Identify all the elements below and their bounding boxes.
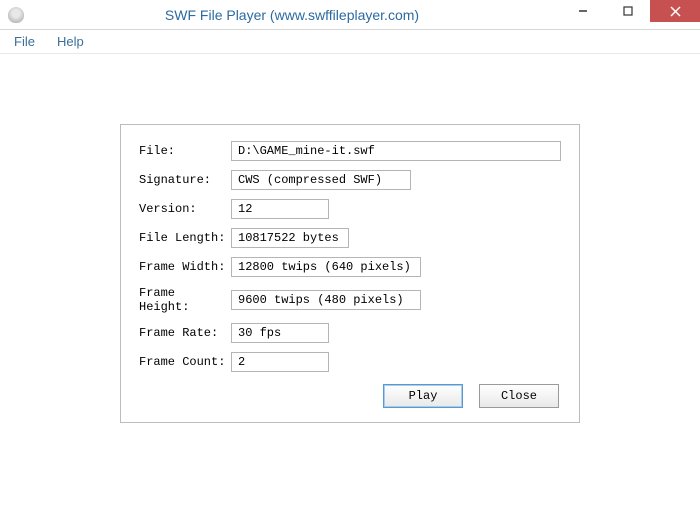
label-version: Version: (139, 202, 231, 216)
field-frame-rate[interactable]: 30 fps (231, 323, 329, 343)
info-panel: File: D:\GAME_mine-it.swf Signature: CWS… (120, 124, 580, 423)
row-signature: Signature: CWS (compressed SWF) (139, 170, 561, 190)
row-frame-count: Frame Count: 2 (139, 352, 561, 372)
minimize-button[interactable] (560, 0, 605, 22)
field-file-length[interactable]: 10817522 bytes (231, 228, 349, 248)
row-frame-width: Frame Width: 12800 twips (640 pixels) (139, 257, 561, 277)
field-frame-height[interactable]: 9600 twips (480 pixels) (231, 290, 421, 310)
label-file: File: (139, 144, 231, 158)
titlebar: SWF File Player (www.swffileplayer.com) (0, 0, 700, 30)
label-frame-height: Frame Height: (139, 286, 231, 314)
menubar: File Help (0, 30, 700, 54)
row-frame-rate: Frame Rate: 30 fps (139, 323, 561, 343)
app-icon (8, 7, 24, 23)
maximize-button[interactable] (605, 0, 650, 22)
row-version: Version: 12 (139, 199, 561, 219)
field-version[interactable]: 12 (231, 199, 329, 219)
client-area: File: D:\GAME_mine-it.swf Signature: CWS… (0, 54, 700, 423)
label-signature: Signature: (139, 173, 231, 187)
row-file: File: D:\GAME_mine-it.swf (139, 141, 561, 161)
menu-help[interactable]: Help (49, 32, 92, 51)
window-title: SWF File Player (www.swffileplayer.com) (24, 7, 560, 23)
button-row: Play Close (139, 384, 561, 408)
label-frame-rate: Frame Rate: (139, 326, 231, 340)
field-file[interactable]: D:\GAME_mine-it.swf (231, 141, 561, 161)
field-frame-width[interactable]: 12800 twips (640 pixels) (231, 257, 421, 277)
label-file-length: File Length: (139, 231, 231, 245)
field-frame-count[interactable]: 2 (231, 352, 329, 372)
field-signature[interactable]: CWS (compressed SWF) (231, 170, 411, 190)
row-frame-height: Frame Height: 9600 twips (480 pixels) (139, 286, 561, 314)
close-button[interactable]: Close (479, 384, 559, 408)
close-window-button[interactable] (650, 0, 700, 22)
label-frame-width: Frame Width: (139, 260, 231, 274)
menu-file[interactable]: File (6, 32, 43, 51)
window-controls (560, 0, 700, 29)
label-frame-count: Frame Count: (139, 355, 231, 369)
row-file-length: File Length: 10817522 bytes (139, 228, 561, 248)
play-button[interactable]: Play (383, 384, 463, 408)
